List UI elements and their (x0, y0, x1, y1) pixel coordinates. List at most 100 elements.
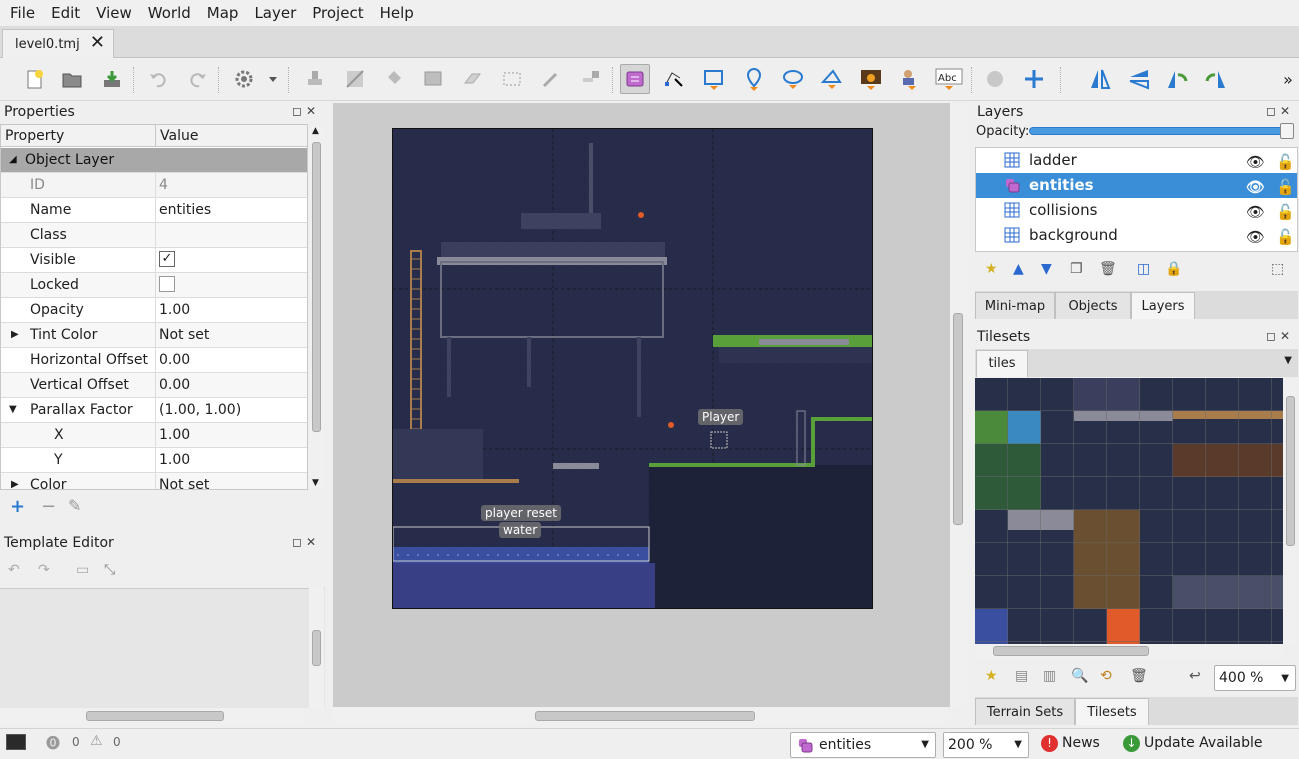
flip-vertical-icon[interactable] (1124, 64, 1154, 94)
redo-icon[interactable] (183, 64, 213, 94)
insert-ellipse-icon[interactable] (778, 64, 808, 94)
remove-tileset-icon[interactable]: 🗑 (1130, 668, 1148, 684)
layer-row-entities[interactable]: entities 👁 🔓 (976, 173, 1297, 198)
settings-gear-icon[interactable] (230, 64, 260, 94)
tile-map[interactable]: Player player reset water (392, 128, 873, 609)
unlock-icon[interactable]: 🔓 (1276, 175, 1295, 200)
tileset-vertical-scrollbar[interactable] (1283, 378, 1298, 644)
object-layer-group-row[interactable]: ◢ Object Layer (1, 148, 307, 173)
eye-icon[interactable]: 👁 (1246, 150, 1265, 175)
redo-icon[interactable]: ↷ (38, 562, 50, 578)
layers-dock-buttons[interactable]: ◻✕ (1266, 104, 1294, 118)
zoom-combo[interactable]: 200 % ▼ (943, 732, 1029, 758)
property-row-opacity[interactable]: Opacity 1.00 (1, 298, 307, 323)
unlock-icon[interactable]: 🔓 (1276, 150, 1295, 175)
open-folder-icon[interactable] (57, 64, 87, 94)
canvas-vertical-scrollbar[interactable] (950, 103, 966, 707)
water-object-label[interactable]: water (499, 522, 542, 538)
new-tileset-icon[interactable]: ★ (985, 668, 998, 684)
world-tool-icon[interactable] (980, 64, 1010, 94)
news-alert-icon[interactable]: ! (1041, 735, 1058, 752)
raise-layer-icon[interactable]: ▲ (1013, 261, 1024, 277)
properties-dock-buttons[interactable]: ◻✕ (292, 104, 320, 118)
duplicate-layer-icon[interactable]: ❐ (1070, 261, 1083, 277)
menu-view[interactable]: View (88, 0, 140, 26)
eye-icon[interactable]: 👁 (1246, 225, 1265, 250)
layer-row-ladder[interactable]: ladder 👁 🔓 (976, 148, 1297, 173)
error-icon[interactable]: ⓿ (46, 733, 60, 753)
edit-polygons-icon[interactable]: ⤡ (104, 562, 115, 578)
property-row-parallax-x[interactable]: X 1.00 (1, 423, 307, 448)
eraser-icon[interactable] (457, 64, 487, 94)
insert-tile-icon[interactable] (856, 64, 886, 94)
tilesets-dock-buttons[interactable]: ◻✕ (1266, 329, 1294, 343)
property-column-header[interactable]: Property (1, 125, 156, 147)
menu-file[interactable]: File (2, 0, 43, 26)
terrain-brush-icon[interactable] (340, 64, 370, 94)
property-row-parallax-factor[interactable]: ▼ Parallax Factor (1.00, 1.00) (1, 398, 307, 423)
show-hide-other-layers-icon[interactable]: ◫ (1137, 261, 1150, 277)
menu-edit[interactable]: Edit (43, 0, 88, 26)
embed-tileset-icon[interactable]: ▤ (1015, 668, 1028, 684)
shape-fill-icon[interactable] (418, 64, 448, 94)
remove-property-icon[interactable]: − (41, 496, 56, 517)
toolbar-overflow-icon[interactable]: » (1273, 64, 1299, 94)
save-icon[interactable] (97, 64, 127, 94)
unlock-icon[interactable]: 🔓 (1276, 225, 1295, 250)
layer-row-background[interactable]: background 👁 🔓 (976, 223, 1297, 248)
current-layer-combo[interactable]: entities ▼ (790, 732, 936, 758)
insert-polygon-icon[interactable] (817, 64, 847, 94)
property-row-color[interactable]: ▶ Color Not set (1, 473, 307, 489)
property-row-vertical-offset[interactable]: Vertical Offset 0.00 (1, 373, 307, 398)
tab-tilesets[interactable]: Tilesets (1075, 698, 1149, 725)
replace-tileset-icon[interactable]: ⟲ (1100, 668, 1112, 684)
eye-icon[interactable]: 👁 (1246, 200, 1265, 225)
new-layer-icon[interactable]: ★ (985, 261, 998, 277)
lock-layer-icon[interactable]: 🔒 (1165, 261, 1182, 277)
news-link[interactable]: News (1062, 735, 1100, 751)
update-available-link[interactable]: Update Available (1144, 735, 1263, 751)
property-row-parallax-y[interactable]: Y 1.00 (1, 448, 307, 473)
value-column-header[interactable]: Value (156, 125, 307, 147)
opacity-slider-handle[interactable] (1280, 123, 1294, 139)
update-download-icon[interactable]: ↓ (1123, 735, 1140, 752)
delete-layer-icon[interactable]: 🗑 (1099, 261, 1117, 277)
menu-map[interactable]: Map (199, 0, 247, 26)
undo-icon[interactable] (143, 64, 173, 94)
stamp-brush-icon[interactable] (300, 64, 330, 94)
locked-checkbox[interactable] (159, 275, 175, 292)
unlock-icon[interactable]: 🔓 (1276, 200, 1295, 225)
property-row-name[interactable]: Name entities (1, 198, 307, 223)
rotate-right-icon[interactable] (1201, 64, 1231, 94)
template-horizontal-scrollbar[interactable] (0, 709, 305, 724)
tileset-menu-chevron-icon[interactable]: ▼ (1284, 355, 1292, 366)
eye-icon[interactable]: 👁 (1246, 175, 1265, 200)
template-editor-canvas[interactable] (0, 588, 325, 708)
player-reset-object-label[interactable]: player reset (481, 505, 561, 521)
rename-property-icon[interactable]: ✎ (68, 496, 81, 515)
property-row-class[interactable]: Class (1, 223, 307, 248)
close-icon[interactable]: ✕ (90, 34, 105, 52)
dynamic-wrapping-icon[interactable]: ↩ (1189, 668, 1201, 684)
map-canvas-area[interactable]: Player player reset water (333, 103, 953, 707)
tileset-view[interactable] (975, 378, 1298, 644)
undo-icon[interactable]: ↶ (8, 562, 20, 578)
rotate-left-icon[interactable] (1162, 64, 1192, 94)
template-vertical-scrollbar[interactable] (309, 588, 324, 708)
menu-help[interactable]: Help (372, 0, 422, 26)
magic-wand-icon[interactable] (536, 64, 566, 94)
insert-text-icon[interactable]: Abc (934, 64, 964, 94)
visible-checkbox[interactable]: ✓ (159, 250, 175, 267)
tab-terrain-sets[interactable]: Terrain Sets (975, 698, 1075, 725)
property-row-locked[interactable]: Locked (1, 273, 307, 298)
insert-template-icon[interactable] (895, 64, 925, 94)
canvas-horizontal-scrollbar[interactable] (333, 708, 950, 724)
tileset-horizontal-scrollbar[interactable] (975, 644, 1283, 659)
rect-select-icon[interactable] (497, 64, 527, 94)
flip-horizontal-icon[interactable] (1085, 64, 1115, 94)
insert-rectangle-icon[interactable] (699, 64, 729, 94)
select-same-tile-icon[interactable] (576, 64, 606, 94)
property-row-horizontal-offset[interactable]: Horizontal Offset 0.00 (1, 348, 307, 373)
warning-icon[interactable]: ⚠ (90, 733, 103, 749)
insert-point-icon[interactable] (739, 64, 769, 94)
